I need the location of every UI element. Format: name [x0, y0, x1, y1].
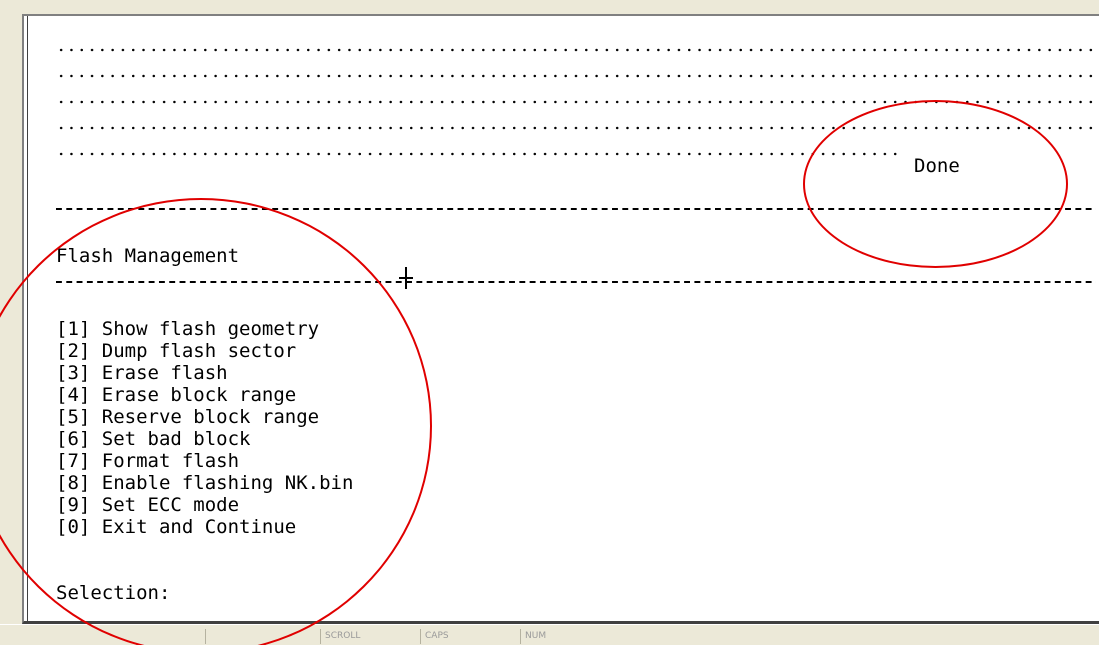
menu-item-exit-and-continue: [0] Exit and Continue: [56, 516, 297, 538]
status-cell-scroll: SCROLL: [320, 629, 415, 644]
selection-prompt[interactable]: Selection:: [56, 582, 170, 604]
menu-item-set-ecc-mode: [9] Set ECC mode: [56, 494, 240, 516]
progress-dots-row: [56, 47, 1096, 53]
status-cell-caps: CAPS: [420, 629, 515, 644]
status-cell: [205, 629, 315, 644]
menu-item-erase-block-range: [4] Erase block range: [56, 384, 297, 406]
progress-dots-row: [56, 125, 1096, 131]
done-status-text: Done: [914, 155, 960, 177]
separator-line: [56, 281, 1096, 283]
menu-item-show-flash-geometry: [1] Show flash geometry: [56, 318, 320, 340]
menu-item-set-bad-block: [6] Set bad block: [56, 428, 251, 450]
menu-item-erase-flash: [3] Erase flash: [56, 362, 228, 384]
progress-dots-row: [56, 73, 1096, 79]
terminal-output-area[interactable]: Done Flash Management [1] Show flash geo…: [22, 14, 1099, 624]
menu-item-format-flash: [7] Format flash: [56, 450, 240, 472]
progress-dots-row: [56, 151, 901, 157]
progress-dots-row: [56, 99, 1096, 105]
menu-item-reserve-block-range: [5] Reserve block range: [56, 406, 320, 428]
terminal-window: Done Flash Management [1] Show flash geo…: [0, 0, 1099, 645]
menu-item-enable-flashing-nk: [8] Enable flashing NK.bin: [56, 472, 354, 494]
separator-line: [56, 208, 1096, 210]
status-bar: SCROLL CAPS NUM: [0, 624, 1099, 645]
menu-title: Flash Management: [56, 245, 240, 267]
text-cursor-icon: [399, 267, 413, 289]
status-cell-num: NUM: [520, 629, 615, 644]
menu-item-dump-flash-sector: [2] Dump flash sector: [56, 340, 297, 362]
